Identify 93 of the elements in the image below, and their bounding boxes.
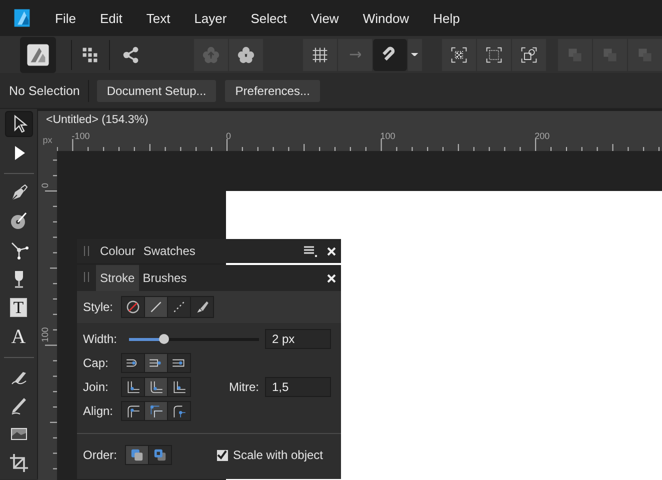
flower-icon: [237, 46, 255, 64]
tool-button[interactable]: [4, 111, 32, 137]
option-button[interactable]: [122, 402, 144, 420]
menu-item[interactable]: Select: [250, 10, 287, 26]
ruler-unit: px: [42, 135, 52, 145]
align-icon: [148, 403, 164, 419]
flower-icon: [202, 46, 220, 64]
field-label: Mitre:: [229, 380, 259, 394]
field-label: Order:: [83, 448, 118, 462]
tool-button[interactable]: T: [4, 295, 32, 321]
field-label: Join:: [83, 380, 110, 394]
tool-glyph: T: [10, 298, 27, 318]
field-label: Cap:: [83, 356, 110, 370]
dot-grid-icon: [485, 46, 503, 64]
toolbar-button[interactable]: [442, 38, 476, 70]
menu-item[interactable]: Window: [362, 10, 410, 26]
panel-tab[interactable]: Brushes: [138, 265, 191, 291]
grid-icon: [311, 46, 329, 64]
toolbar-button[interactable]: [303, 38, 337, 70]
order-icon: [152, 447, 168, 463]
panel-tab[interactable]: Colour: [96, 239, 140, 263]
option-button[interactable]: [145, 297, 168, 317]
menu-item[interactable]: File: [55, 10, 76, 26]
drag-handle[interactable]: [84, 272, 89, 282]
join-icon: [148, 379, 164, 395]
option-button[interactable]: [145, 378, 167, 396]
option-button[interactable]: [122, 378, 144, 396]
drag-handle[interactable]: [84, 246, 89, 256]
align-icon: [171, 403, 188, 419]
option-button[interactable]: [145, 402, 168, 420]
arrow-icon: [348, 50, 362, 58]
overlap-icon: [636, 46, 654, 64]
node-icon: [8, 240, 28, 260]
join-icon: [125, 379, 141, 395]
option-button[interactable]: [126, 446, 148, 464]
tool-glyph: A: [11, 326, 26, 347]
join-icon: [171, 379, 187, 395]
share-icon: [122, 46, 140, 64]
transform-icon: [520, 46, 538, 64]
persona-icon: [26, 42, 50, 66]
option-button[interactable]: [191, 297, 214, 317]
ruler-label: 100: [380, 131, 396, 141]
squares-icon: [81, 46, 99, 64]
overlap-icon: [566, 46, 584, 64]
caret-icon: [411, 52, 419, 56]
menu-item[interactable]: Layer: [194, 10, 227, 26]
dropdown-button[interactable]: [408, 38, 422, 70]
menu-item[interactable]: View: [310, 10, 339, 26]
close-icon: [326, 246, 336, 256]
field-label: Width:: [83, 332, 118, 346]
tool-button[interactable]: A: [4, 324, 32, 350]
disc-icon: [8, 211, 28, 232]
checkbox-label: Scale with object: [232, 448, 323, 462]
menu-item[interactable]: Edit: [100, 10, 122, 26]
option-button[interactable]: [145, 354, 167, 372]
option-button[interactable]: [168, 378, 190, 396]
slider-thumb[interactable]: [159, 334, 170, 344]
context-button[interactable]: Document Setup...: [96, 80, 216, 102]
field-label: Style:: [83, 300, 114, 314]
ruler-label: 100: [40, 327, 50, 342]
dot-grid-icon: [450, 46, 468, 64]
menu-icon: [304, 245, 318, 257]
toolbar-button[interactable]: [512, 38, 546, 70]
option-button[interactable]: [168, 354, 190, 372]
option-button[interactable]: [122, 354, 144, 372]
ruler-label: 200: [534, 131, 550, 141]
align-icon: [125, 403, 142, 419]
option-button[interactable]: [122, 297, 144, 317]
menu-item[interactable]: Text: [146, 10, 170, 26]
context-button[interactable]: Preferences...: [225, 80, 320, 102]
document-tab[interactable]: <Untitled> (154.3%): [38, 111, 156, 129]
selection-status: No Selection: [9, 84, 80, 98]
toolbar-button[interactable]: [477, 38, 511, 70]
panel-tab[interactable]: Stroke: [96, 265, 139, 291]
checkbox[interactable]: [216, 450, 228, 460]
toolbar-button[interactable]: [373, 38, 407, 70]
width-field[interactable]: 2 px: [265, 329, 331, 349]
ruler-label: 0: [40, 182, 50, 188]
field-label: Align:: [83, 404, 114, 418]
crop-icon: [8, 453, 28, 474]
toolbar-button[interactable]: [20, 36, 56, 72]
close-icon: [326, 274, 336, 282]
panel-tab[interactable]: Swatches: [139, 239, 200, 263]
option-button[interactable]: [168, 402, 190, 420]
ruler-label: 0: [226, 131, 232, 141]
menu-item[interactable]: Help: [433, 10, 460, 26]
overlap-icon: [601, 46, 619, 64]
no-stroke-icon: [125, 299, 142, 315]
toolbar-button[interactable]: [229, 38, 263, 70]
order-icon: [129, 447, 146, 463]
mitre-field[interactable]: 1,5: [265, 377, 331, 397]
option-button[interactable]: [149, 446, 172, 464]
ruler-label: -100: [72, 131, 90, 141]
